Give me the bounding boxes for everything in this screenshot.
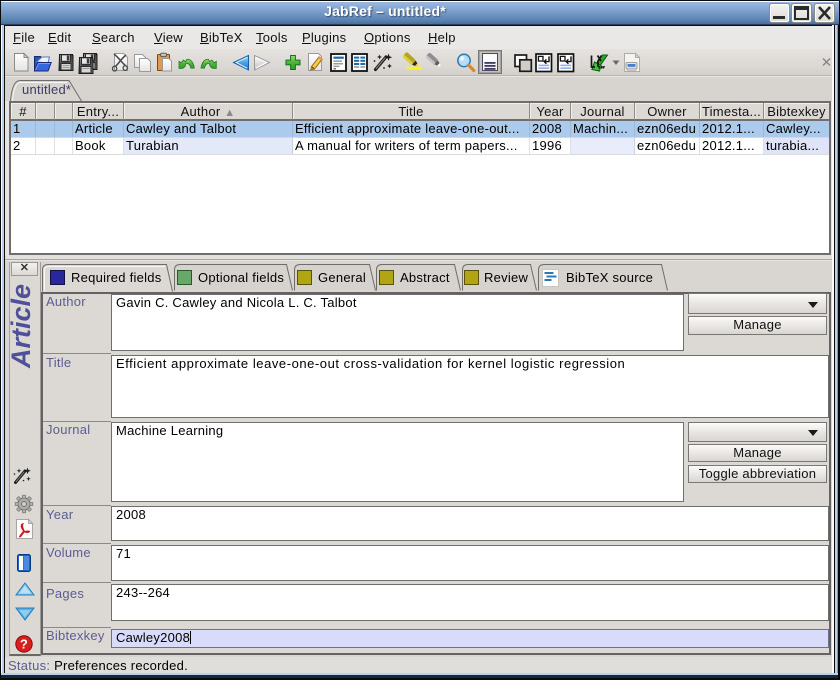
svg-text:?: ? [20,637,28,652]
